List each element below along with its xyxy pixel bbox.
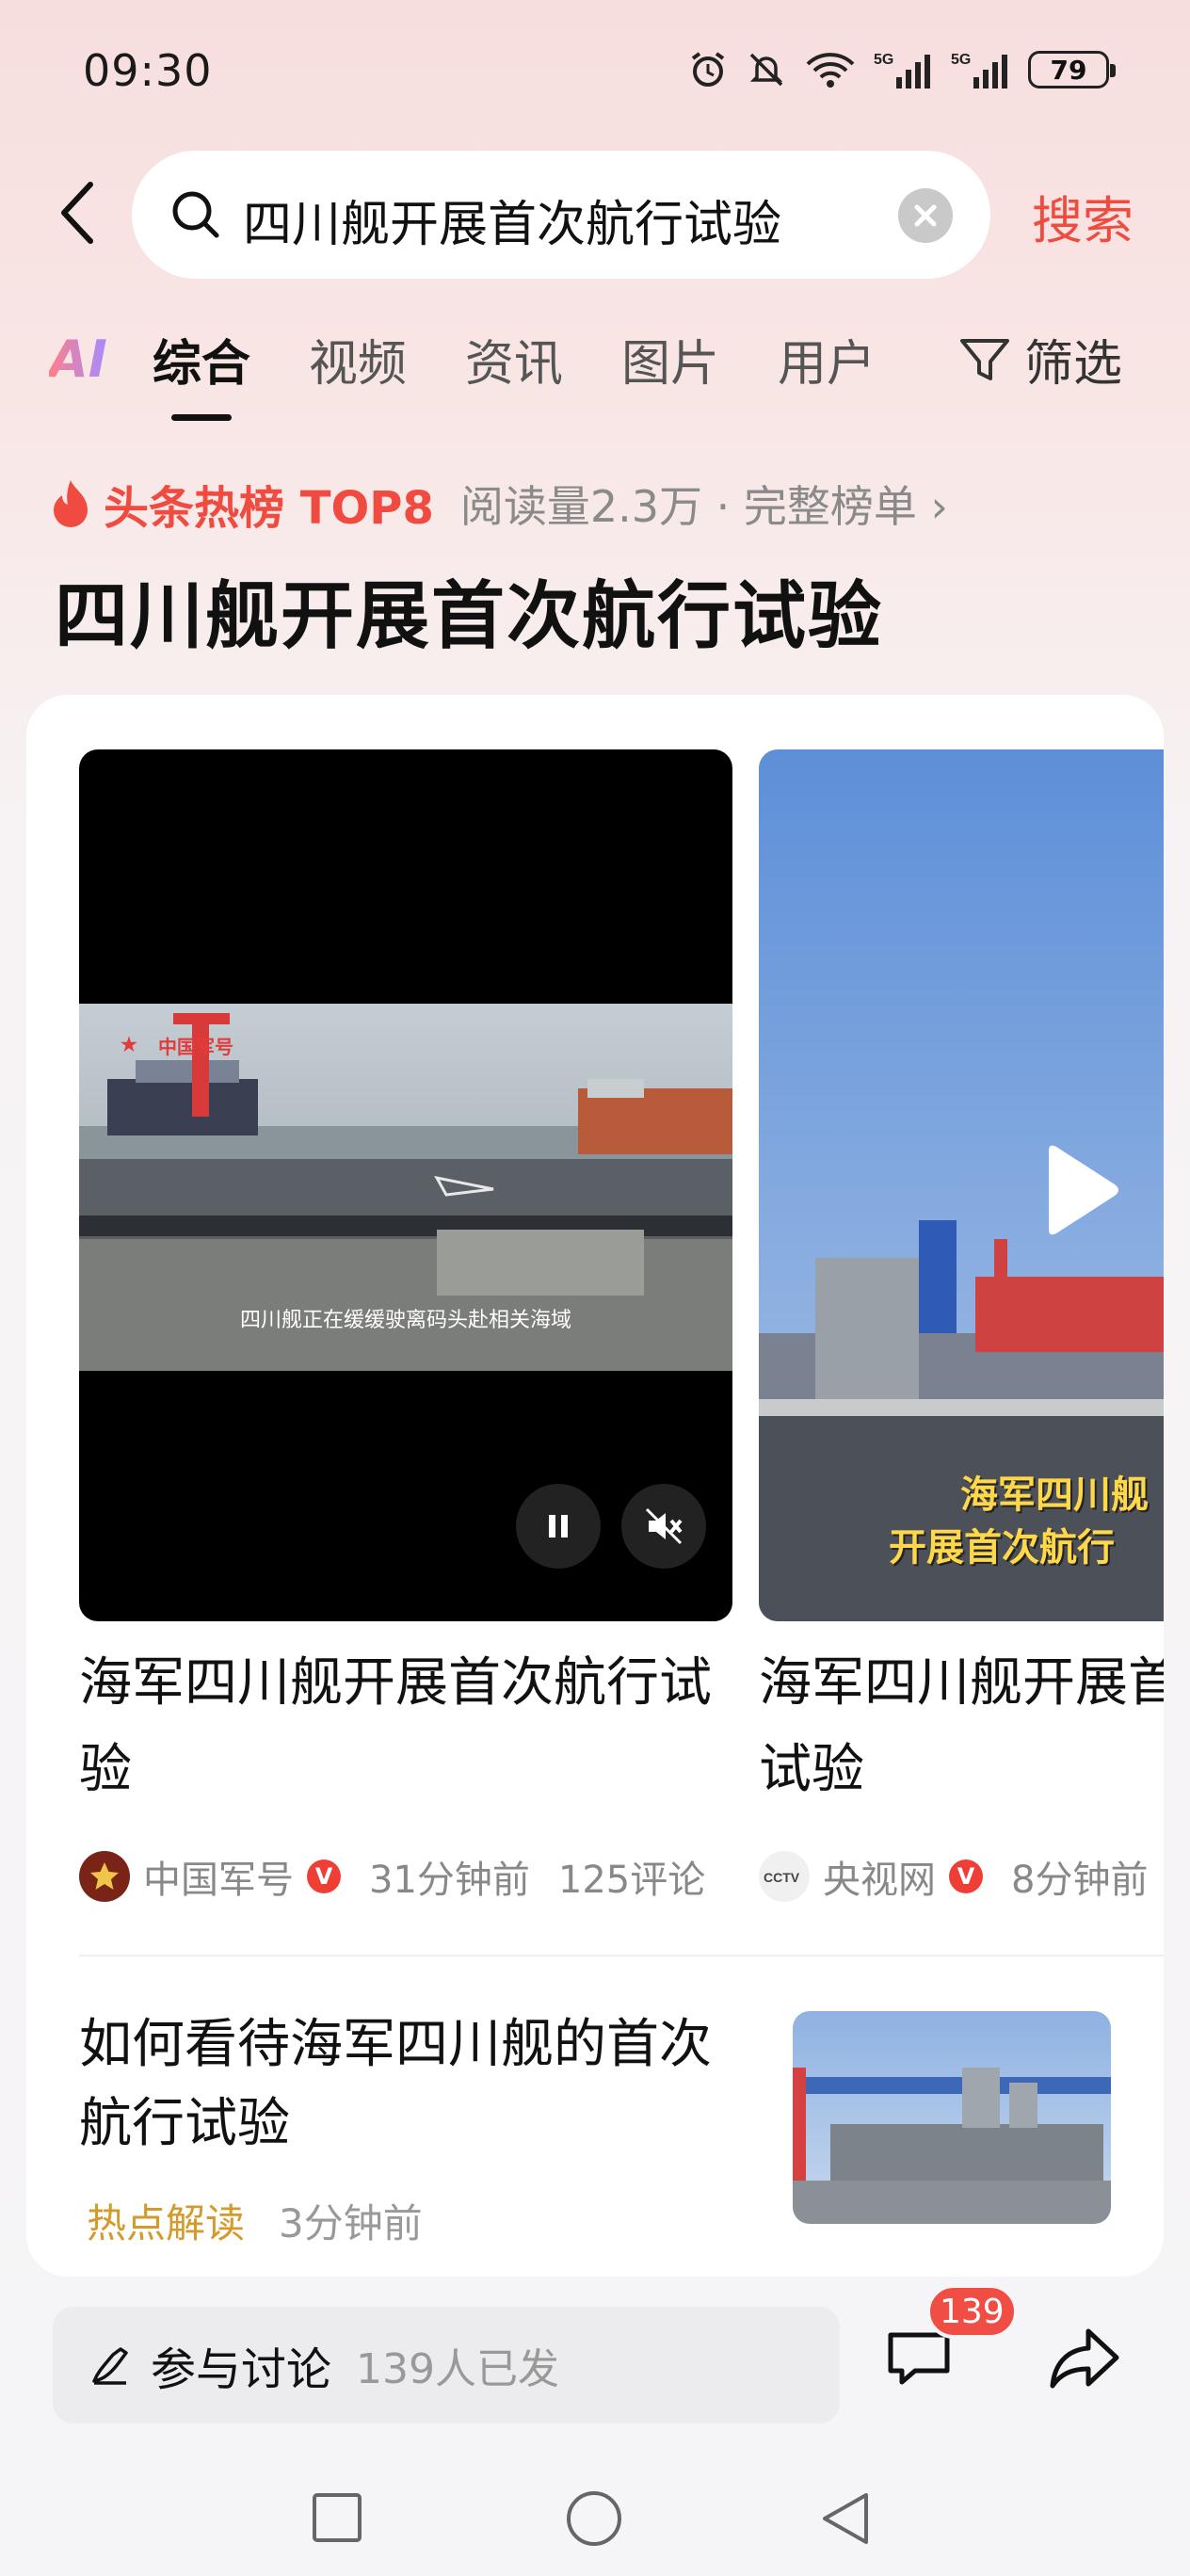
video-meta: CCTV 央视网 V 8分钟前 [759,1849,1148,1904]
discuss-label: 参与讨论 [151,2343,332,2396]
article-meta: 热点解读 3分钟前 [87,2192,423,2249]
tab-images[interactable]: 图片 [621,324,719,394]
svg-text:5G: 5G [951,52,971,68]
publish-time: 31分钟前 [369,1859,530,1902]
source-avatar[interactable] [79,1851,130,1902]
video-thumbnail[interactable]: 海军四川舰 开展首次航行 [759,749,1164,1621]
overlay-line: 海军四川舰 [960,1473,1149,1517]
share-icon [1050,2328,1119,2389]
mute-button[interactable] [621,1484,706,1569]
verified-icon: V [949,1860,983,1893]
signal-5g-icon: 5G [874,52,930,89]
video-frame: ★ 中国军号 四川舰正在缓缓驶离码头赴相关海域 [79,1004,732,1371]
tab-ai[interactable]: AI [49,330,107,389]
signal-5g-icon: 5G [951,52,1007,89]
source-avatar[interactable]: CCTV [759,1851,810,1902]
comment-badge: 139 [926,2284,1018,2339]
video-watermark: 中国军号 [158,1036,233,1058]
video-player[interactable]: ★ 中国军号 四川舰正在缓缓驶离码头赴相关海域 [79,749,732,1621]
search-icon [172,191,219,238]
svg-text:5G: 5G [874,52,893,68]
pause-button[interactable] [516,1484,601,1569]
search-button[interactable]: 搜索 [1032,179,1134,253]
tab-all[interactable]: 综合 [153,324,250,421]
result-card: ★ 中国军号 四川舰正在缓缓驶离码头赴相关海域 海军四川舰开展首次航行试验 中国… [26,695,1164,2277]
hot-board-label: 头条热榜 TOP8 [104,482,434,535]
comment-count: 125评论 [557,1859,706,1902]
verified-icon: V [307,1860,341,1893]
star-icon [90,1862,119,1890]
pen-icon [92,2347,128,2385]
source-name[interactable]: 央视网 [823,1849,936,1904]
back-nav-icon[interactable] [817,2489,874,2548]
wifi-icon [806,53,855,88]
search-query: 四川舰开展首次航行试验 [243,197,782,253]
system-nav-bar [0,2454,1190,2576]
page-title: 四川舰开展首次航行试验 [55,574,884,659]
tab-users[interactable]: 用户 [778,324,876,394]
divider [79,1955,1164,1956]
article-thumbnail[interactable] [793,2011,1111,2224]
article-time: 3分钟前 [279,2200,423,2246]
search-input[interactable]: 四川舰开展首次航行试验 [132,151,990,279]
video-meta: 中国军号 V 31分钟前 125评论 [79,1849,705,1904]
status-time: 09:30 [83,45,213,96]
hot-board-row[interactable]: 头条热榜 TOP8 阅读量2.3万 · 完整榜单 › [49,471,948,537]
discuss-count: 139人已发 [356,2345,559,2393]
mute-bell-icon [749,53,783,87]
tab-news[interactable]: 资讯 [465,324,563,394]
filter-icon [960,338,1009,380]
tab-video[interactable]: 视频 [309,324,407,394]
svg-text:★: ★ [121,1035,137,1055]
video-title-wrap: 试验 [759,1739,864,1800]
mute-icon [645,1507,683,1545]
share-button[interactable] [1045,2320,1124,2395]
pause-icon [549,1515,568,1538]
back-button[interactable] [49,175,115,250]
article-title[interactable]: 如何看待海军四川舰的首次航行试验 [79,2005,738,2164]
flame-icon [54,480,88,527]
discuss-input[interactable]: 参与讨论 139人已发 [53,2307,840,2423]
source-name[interactable]: 中国军号 [143,1849,294,1904]
battery-icon: 79 [1028,51,1116,89]
filter-button[interactable]: 筛选 [958,324,1122,394]
home-icon[interactable] [565,2489,623,2548]
video-subtitle: 四川舰正在缓缓驶离码头赴相关海域 [239,1309,571,1332]
alarm-icon [691,52,725,87]
filter-label: 筛选 [1024,336,1123,393]
recents-icon[interactable] [311,2491,363,2544]
publish-time: 8分钟前 [1011,1859,1149,1902]
status-icons: 5G 5G 79 [687,49,1116,90]
play-icon[interactable] [1037,1143,1122,1241]
clear-icon[interactable] [898,188,953,243]
article-tag: 热点解读 [87,2200,246,2246]
hot-board-meta[interactable]: 阅读量2.3万 · 完整榜单 › [460,473,948,535]
search-tabs: AI 综合 视频 资讯 图片 用户 [49,324,934,421]
cctv-logo-icon: CCTV [764,1870,800,1885]
overlay-line: 开展首次航行 [889,1526,1115,1570]
video-overlay-text: 海军四川舰 开展首次航行 [889,1469,1149,1574]
svg-text:CCTV: CCTV [764,1870,800,1885]
video-title[interactable]: 海军四川舰开展首次航行试验 [79,1640,719,1813]
chevron-left-icon [61,182,93,244]
video-title[interactable]: 海军四川舰开展首次航行试验 [759,1640,1164,1727]
